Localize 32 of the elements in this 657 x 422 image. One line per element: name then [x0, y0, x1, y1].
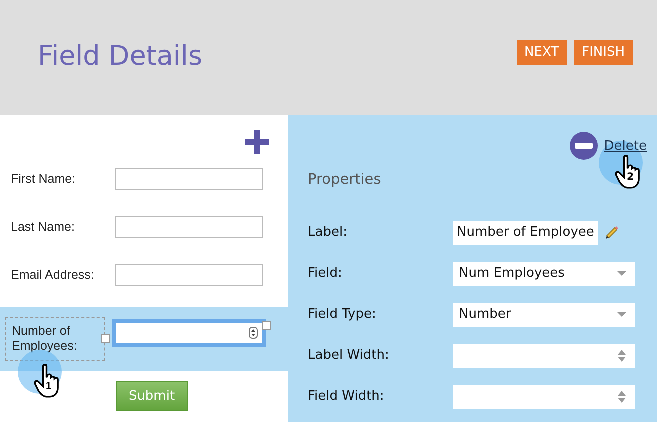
field-label[interactable]: Last Name:	[11, 220, 115, 234]
dropdown-arrow-icon	[617, 312, 627, 318]
input-field[interactable]	[115, 322, 263, 344]
number-field[interactable]	[453, 344, 635, 368]
dropdown-arrow-icon	[617, 270, 627, 276]
remove-icon[interactable]	[570, 132, 598, 160]
delete-link[interactable]: Delete	[604, 138, 647, 154]
stepper-icon[interactable]	[617, 348, 627, 362]
add-icon[interactable]	[245, 130, 269, 154]
property-label: Field Type:	[308, 307, 378, 322]
dropdown[interactable]: Number	[453, 302, 635, 326]
field-label[interactable]: Email Address:	[11, 268, 115, 282]
dropdown[interactable]: Num Employees	[453, 262, 635, 286]
resize-handle[interactable]	[262, 321, 271, 330]
input-field[interactable]	[115, 216, 263, 238]
property-label: Field Width:	[308, 389, 386, 404]
property-label: Field:	[308, 266, 344, 281]
page-title: Field Details	[38, 40, 203, 72]
text-field[interactable]: Number of Employee	[453, 220, 598, 244]
spinner-icon[interactable]	[249, 327, 258, 339]
input-field[interactable]	[115, 168, 263, 190]
resize-handle[interactable]	[101, 334, 110, 343]
field-label[interactable]: First Name:	[11, 172, 115, 186]
section-title: Properties	[308, 172, 382, 188]
property-label: Label:	[308, 225, 348, 240]
step-number: 2	[627, 173, 634, 183]
number-field[interactable]	[453, 384, 635, 408]
stepper-icon[interactable]	[617, 390, 627, 404]
pencil-icon[interactable]	[604, 224, 620, 240]
input-field[interactable]	[115, 264, 263, 286]
property-label: Label Width:	[308, 348, 390, 363]
step-number: 1	[46, 382, 52, 392]
